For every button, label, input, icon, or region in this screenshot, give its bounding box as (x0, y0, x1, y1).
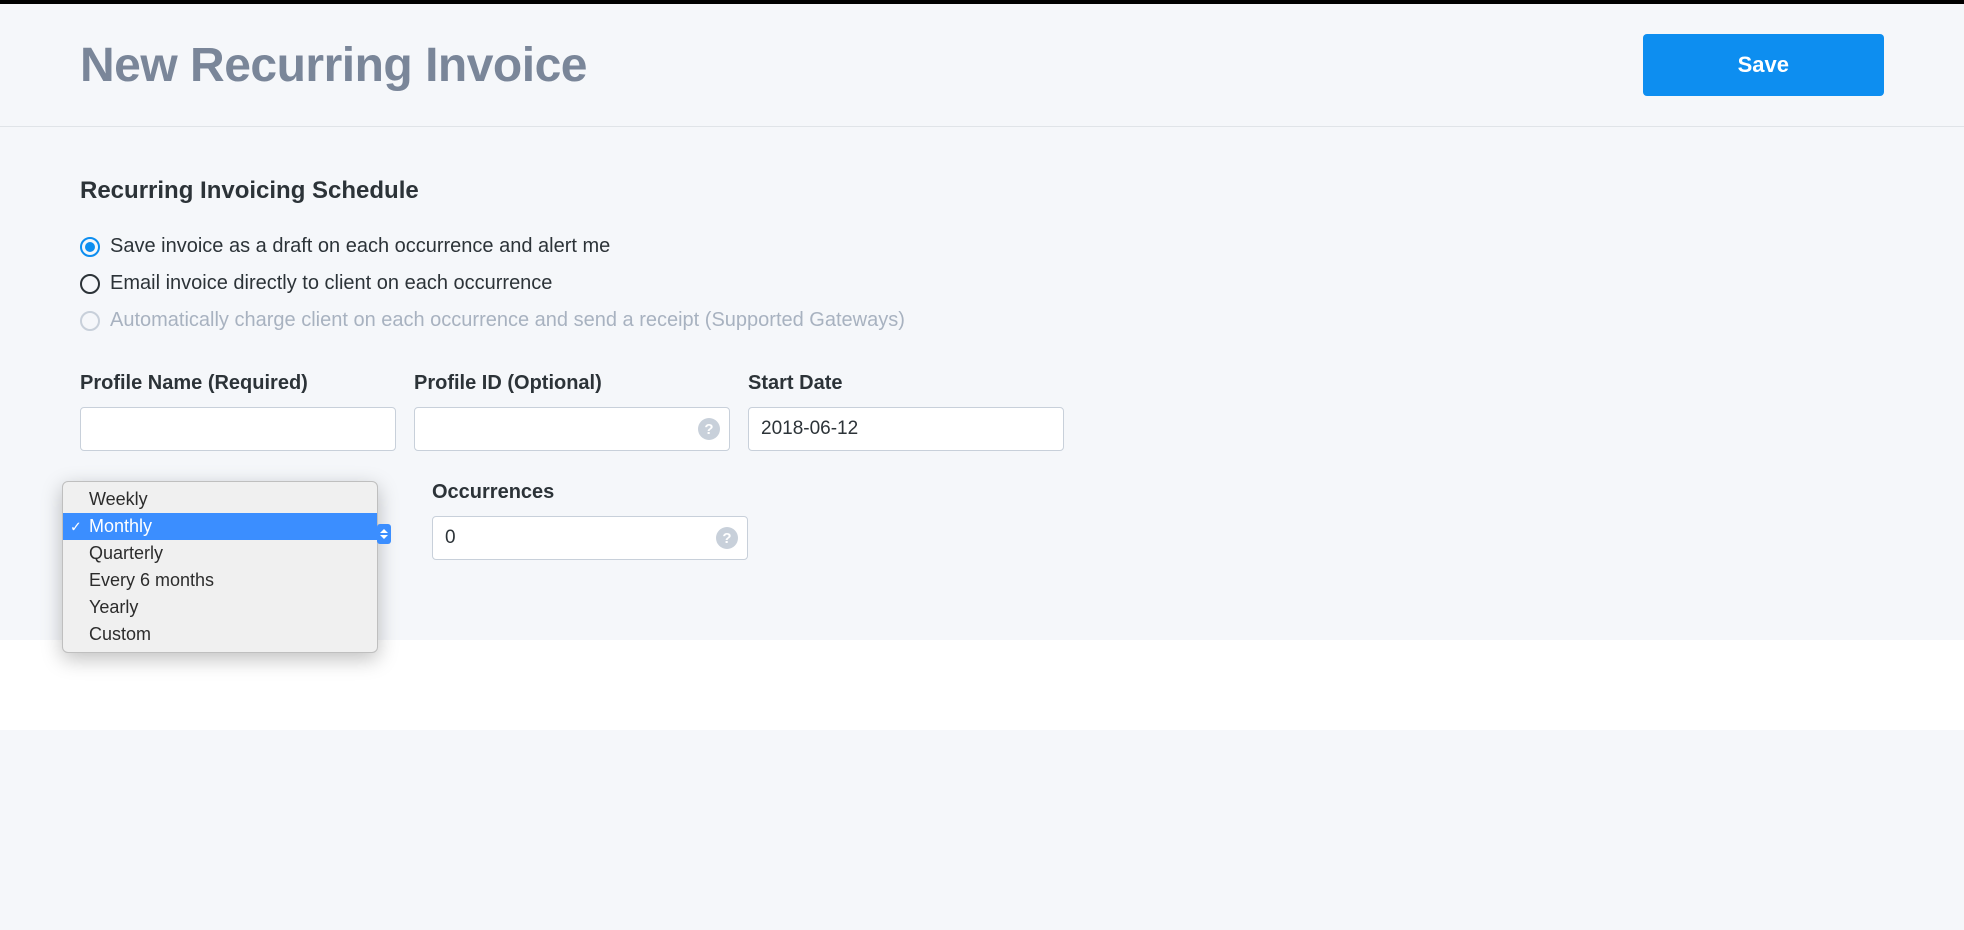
chevron-up-icon (380, 529, 388, 533)
radio-icon (80, 237, 100, 257)
dropdown-item-yearly[interactable]: Yearly (63, 594, 377, 621)
field-occurrences: Occurrences ? (432, 481, 748, 560)
field-frequency: Weekly ✓ Monthly Quarterly Every 6 month… (80, 481, 396, 560)
field-start-date: Start Date (748, 372, 1064, 451)
field-profile-id: Profile ID (Optional) ? (414, 372, 730, 451)
radio-option-auto-charge: Automatically charge client on each occu… (80, 309, 1884, 332)
input-wrapper-occurrences: ? (432, 516, 748, 560)
radio-dot-icon (85, 242, 95, 252)
schedule-radio-group: Save invoice as a draft on each occurren… (80, 235, 1884, 332)
section-title: Recurring Invoicing Schedule (80, 177, 1884, 205)
frequency-dropdown-menu: Weekly ✓ Monthly Quarterly Every 6 month… (62, 481, 378, 653)
input-occurrences[interactable] (432, 516, 748, 560)
dropdown-item-monthly[interactable]: ✓ Monthly (63, 513, 377, 540)
radio-option-email[interactable]: Email invoice directly to client on each… (80, 272, 1884, 295)
help-icon[interactable]: ? (716, 527, 738, 549)
dropdown-spinner-icon[interactable] (377, 524, 391, 544)
content-area: Recurring Invoicing Schedule Save invoic… (0, 127, 1964, 640)
input-start-date[interactable] (748, 407, 1064, 451)
input-profile-id[interactable] (414, 407, 730, 451)
label-profile-name: Profile Name (Required) (80, 372, 396, 395)
dropdown-item-weekly[interactable]: Weekly (63, 486, 377, 513)
radio-icon (80, 274, 100, 294)
dropdown-item-custom[interactable]: Custom (63, 621, 377, 648)
input-wrapper-profile-id: ? (414, 407, 730, 451)
page-title: New Recurring Invoice (80, 38, 587, 93)
dropdown-item-every-6-months[interactable]: Every 6 months (63, 567, 377, 594)
input-profile-name[interactable] (80, 407, 396, 451)
dropdown-item-label: Monthly (89, 516, 152, 536)
radio-label-email: Email invoice directly to client on each… (110, 272, 552, 295)
radio-label-auto-charge: Automatically charge client on each occu… (110, 309, 905, 332)
page-header: New Recurring Invoice Save (0, 4, 1964, 127)
bottom-area (0, 640, 1964, 730)
chevron-down-icon (380, 535, 388, 539)
label-start-date: Start Date (748, 372, 1064, 395)
help-icon[interactable]: ? (698, 418, 720, 440)
label-profile-id: Profile ID (Optional) (414, 372, 730, 395)
label-occurrences: Occurrences (432, 481, 748, 504)
check-icon: ✓ (70, 518, 82, 535)
radio-icon (80, 311, 100, 331)
radio-label-draft: Save invoice as a draft on each occurren… (110, 235, 610, 258)
field-profile-name: Profile Name (Required) (80, 372, 396, 451)
form-row-1: Profile Name (Required) Profile ID (Opti… (80, 372, 1884, 451)
save-button[interactable]: Save (1643, 34, 1884, 96)
form-row-2: Weekly ✓ Monthly Quarterly Every 6 month… (80, 481, 1884, 560)
radio-option-draft[interactable]: Save invoice as a draft on each occurren… (80, 235, 1884, 258)
dropdown-item-quarterly[interactable]: Quarterly (63, 540, 377, 567)
